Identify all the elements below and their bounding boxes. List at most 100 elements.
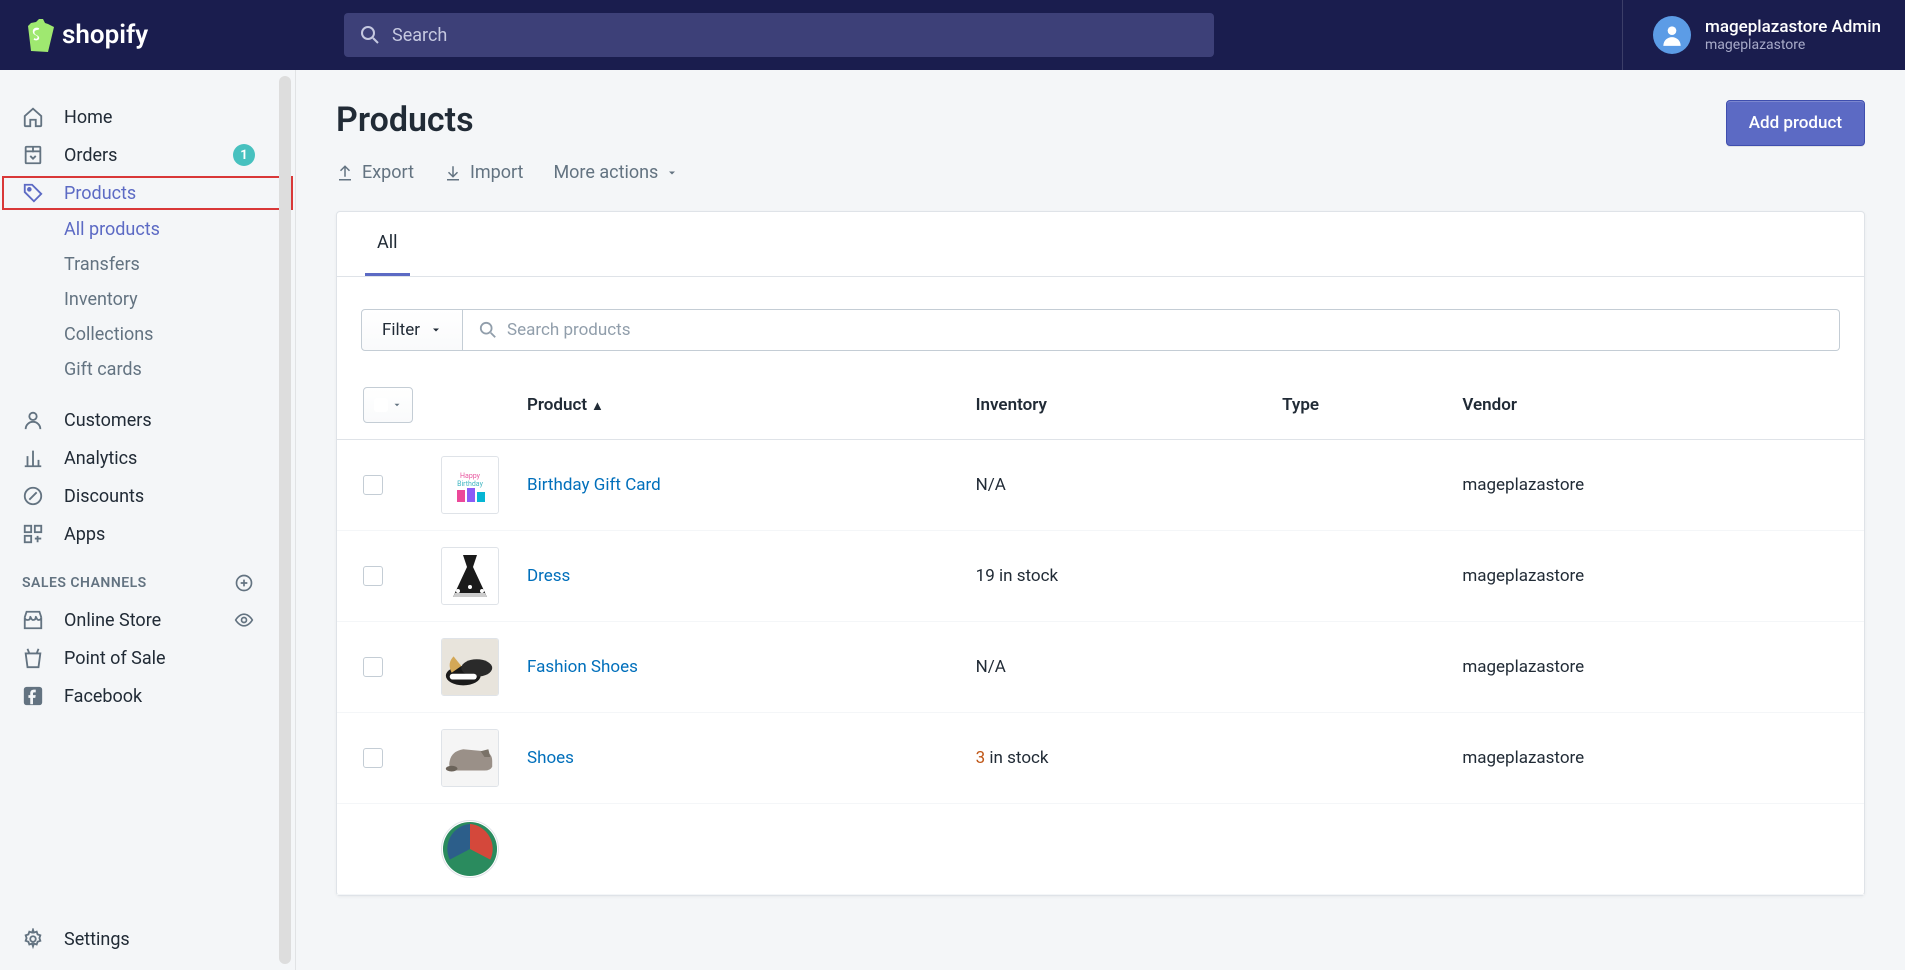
customers-icon bbox=[22, 409, 44, 431]
discounts-icon bbox=[22, 485, 44, 507]
table-row[interactable]: Fashion Shoes N/A mageplazastore bbox=[337, 622, 1864, 713]
settings-icon bbox=[22, 928, 44, 950]
product-link[interactable]: Fashion Shoes bbox=[527, 657, 638, 677]
col-type[interactable]: Type bbox=[1268, 371, 1448, 440]
product-search-wrap bbox=[463, 309, 1840, 351]
nav-label: Settings bbox=[64, 929, 130, 950]
search-input[interactable] bbox=[392, 25, 1198, 46]
sidebar: Home Orders 1 Products All products Tran… bbox=[0, 70, 296, 970]
sidebar-item-orders[interactable]: Orders 1 bbox=[0, 136, 295, 174]
user-sub: mageplazastore bbox=[1705, 37, 1881, 53]
search-icon bbox=[360, 25, 380, 45]
add-channel-icon[interactable] bbox=[233, 572, 255, 594]
sidebar-channel-pos[interactable]: Point of Sale bbox=[0, 639, 295, 677]
search-icon bbox=[479, 321, 497, 339]
sidebar-sub-gift-cards[interactable]: Gift cards bbox=[0, 352, 295, 387]
sidebar-item-home[interactable]: Home bbox=[0, 98, 295, 136]
sidebar-sub-all-products[interactable]: All products bbox=[0, 212, 295, 247]
product-thumb bbox=[441, 729, 499, 787]
brand-text: shopify bbox=[62, 20, 148, 50]
sidebar-item-settings[interactable]: Settings bbox=[0, 920, 295, 958]
inventory-cell: N/A bbox=[962, 622, 1268, 713]
add-product-button[interactable]: Add product bbox=[1726, 100, 1865, 146]
col-inventory[interactable]: Inventory bbox=[962, 371, 1268, 440]
sidebar-sub-inventory[interactable]: Inventory bbox=[0, 282, 295, 317]
nav-label: Point of Sale bbox=[64, 648, 166, 669]
nav-label: Home bbox=[64, 107, 112, 128]
vendor-cell: mageplazastore bbox=[1448, 440, 1864, 531]
row-checkbox[interactable] bbox=[363, 566, 383, 586]
row-checkbox[interactable] bbox=[363, 475, 383, 495]
sidebar-item-products[interactable]: Products bbox=[0, 174, 295, 212]
table-row[interactable]: Shoes 3 in stock mageplazastore bbox=[337, 713, 1864, 804]
user-text: mageplazastore Admin mageplazastore bbox=[1705, 17, 1881, 53]
sidebar-sub-collections[interactable]: Collections bbox=[0, 317, 295, 352]
table-row[interactable]: Dress 19 in stock mageplazastore bbox=[337, 531, 1864, 622]
nav-label: Orders bbox=[64, 145, 117, 166]
products-card: All Filter bbox=[336, 211, 1865, 896]
product-search-input[interactable] bbox=[507, 310, 1823, 350]
vendor-cell: mageplazastore bbox=[1448, 622, 1864, 713]
user-name: mageplazastore Admin bbox=[1705, 17, 1881, 37]
store-icon bbox=[22, 609, 44, 631]
table-row[interactable] bbox=[337, 804, 1864, 895]
filter-button[interactable]: Filter bbox=[361, 309, 463, 351]
product-thumb bbox=[441, 547, 499, 605]
orders-badge: 1 bbox=[233, 144, 255, 166]
more-actions[interactable]: More actions bbox=[553, 162, 678, 183]
product-thumb bbox=[441, 638, 499, 696]
product-thumb: HappyBirthday bbox=[441, 456, 499, 514]
nav-label: Discounts bbox=[64, 486, 144, 507]
import-icon bbox=[444, 164, 462, 182]
sidebar-channel-online-store[interactable]: Online Store bbox=[0, 601, 295, 639]
product-link[interactable]: Shoes bbox=[527, 748, 574, 768]
avatar bbox=[1653, 16, 1691, 54]
sidebar-item-analytics[interactable]: Analytics bbox=[0, 439, 295, 477]
export-action[interactable]: Export bbox=[336, 162, 414, 183]
row-checkbox[interactable] bbox=[363, 657, 383, 677]
search-bar[interactable] bbox=[344, 13, 1214, 57]
nav-label: Analytics bbox=[64, 448, 137, 469]
tabs: All bbox=[337, 212, 1864, 277]
tab-all[interactable]: All bbox=[365, 212, 410, 276]
sidebar-sub-transfers[interactable]: Transfers bbox=[0, 247, 295, 282]
inventory-cell: N/A bbox=[962, 440, 1268, 531]
view-store-icon[interactable] bbox=[233, 609, 255, 631]
page-title: Products bbox=[336, 100, 678, 140]
table-row[interactable]: HappyBirthday Birthday Gift Card N/A mag… bbox=[337, 440, 1864, 531]
type-cell bbox=[1268, 531, 1448, 622]
chevron-down-icon bbox=[666, 167, 678, 179]
vendor-cell: mageplazastore bbox=[1448, 713, 1864, 804]
nav-label: Apps bbox=[64, 524, 105, 545]
col-product[interactable]: Product▲ bbox=[513, 371, 962, 440]
select-all-checkbox[interactable] bbox=[363, 387, 413, 423]
product-link[interactable]: Dress bbox=[527, 566, 570, 586]
sidebar-item-discounts[interactable]: Discounts bbox=[0, 477, 295, 515]
brand-logo[interactable]: shopify bbox=[24, 18, 294, 52]
svg-text:Happy: Happy bbox=[460, 472, 481, 480]
nav-label: Customers bbox=[64, 410, 152, 431]
col-vendor[interactable]: Vendor bbox=[1448, 371, 1864, 440]
shopify-bag-icon bbox=[24, 18, 54, 52]
pos-icon bbox=[22, 647, 44, 669]
nav-label: Online Store bbox=[64, 610, 161, 631]
products-table: Product▲ Inventory Type Vendor HappyBirt… bbox=[337, 371, 1864, 895]
apps-icon bbox=[22, 523, 44, 545]
export-icon bbox=[336, 164, 354, 182]
product-link[interactable]: Birthday Gift Card bbox=[527, 475, 661, 495]
sidebar-item-customers[interactable]: Customers bbox=[0, 401, 295, 439]
sidebar-channel-facebook[interactable]: Facebook bbox=[0, 677, 295, 715]
row-checkbox[interactable] bbox=[363, 748, 383, 768]
inventory-cell: 19 in stock bbox=[962, 531, 1268, 622]
sort-asc-icon: ▲ bbox=[591, 399, 604, 414]
type-cell bbox=[1268, 622, 1448, 713]
top-header: shopify mageplazastore Admin mageplazast… bbox=[0, 0, 1905, 70]
type-cell bbox=[1268, 713, 1448, 804]
sidebar-item-apps[interactable]: Apps bbox=[0, 515, 295, 553]
nav-label: Facebook bbox=[64, 686, 142, 707]
user-menu[interactable]: mageplazastore Admin mageplazastore bbox=[1622, 0, 1881, 70]
products-icon bbox=[22, 182, 44, 204]
vendor-cell: mageplazastore bbox=[1448, 531, 1864, 622]
home-icon bbox=[22, 106, 44, 128]
import-action[interactable]: Import bbox=[444, 162, 523, 183]
